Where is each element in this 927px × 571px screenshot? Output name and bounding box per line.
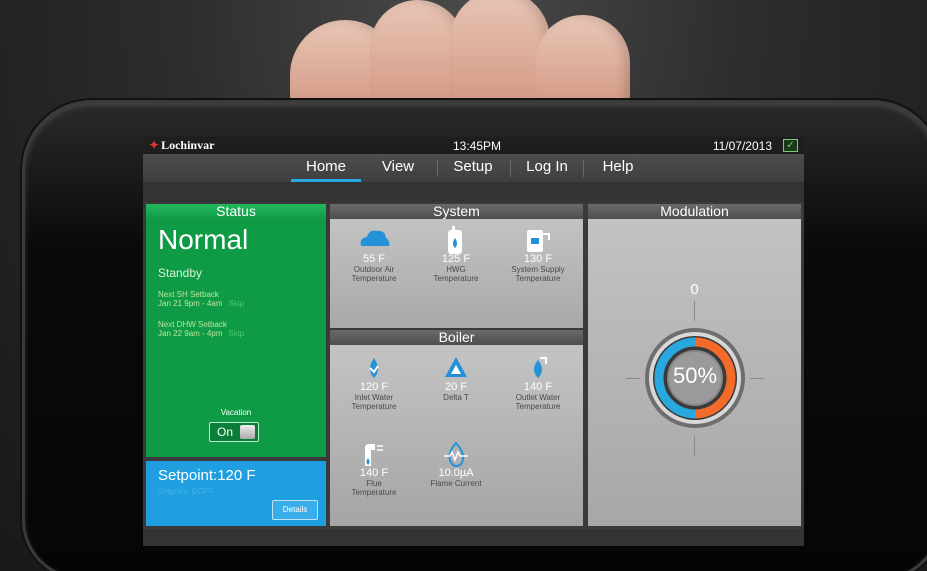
gauge-tick xyxy=(750,378,764,379)
flue-icon xyxy=(332,440,416,468)
nav-login[interactable]: Log In xyxy=(516,158,578,182)
tile-label: Temperature xyxy=(433,274,479,283)
boiler-header: Boiler xyxy=(330,330,583,345)
supply-icon xyxy=(496,226,580,254)
dhw-setback-time: Jan 22 9am - 4pm xyxy=(158,329,223,338)
system-tile[interactable]: 55 F Outdoor Air Temperature xyxy=(332,226,416,283)
app-screen: ✦ Lochinvar 13:45PM 11/07/2013 ✓ Home Vie… xyxy=(143,137,804,546)
gauge-tick xyxy=(694,436,695,456)
tile-value: 130 F xyxy=(523,253,553,265)
nav-divider xyxy=(510,160,511,177)
tile-value: 125 F xyxy=(441,253,471,265)
brand-name: Lochinvar xyxy=(161,138,215,152)
tile-value: 55 F xyxy=(362,253,385,265)
tile-label: Flame Current xyxy=(430,479,482,488)
sh-setback-title: Next SH Setback xyxy=(158,290,219,299)
top-status-bar: ✦ Lochinvar 13:45PM 11/07/2013 ✓ xyxy=(143,137,804,154)
modulation-header: Modulation xyxy=(588,204,801,219)
setpoint-subtitle: Setpoint: DOFF xyxy=(158,487,214,496)
sh-setback: Next SH Setback Jan 21 9pm - 4am Skip xyxy=(158,290,244,308)
boiler-tile[interactable]: 140 F Outlet Water Temperature xyxy=(496,354,580,411)
tile-label: Delta T xyxy=(443,393,469,402)
tile-label: Temperature xyxy=(515,402,561,411)
tile-value: 20 F xyxy=(444,381,467,393)
lochinvar-logo-icon: ✦ xyxy=(149,138,160,152)
modulation-gauge: 50% xyxy=(643,326,747,430)
boiler-tile[interactable]: 20 F Delta T xyxy=(414,354,498,402)
tile-label: Temperature xyxy=(351,274,397,283)
date: 11/07/2013 xyxy=(712,139,772,153)
vacation-state: On xyxy=(217,425,234,439)
status-header: Status xyxy=(146,204,326,219)
brand-logo: ✦ Lochinvar xyxy=(149,138,214,153)
nav-home[interactable]: Home xyxy=(291,158,361,182)
flame-icon xyxy=(414,440,498,468)
tile-value: 140 F xyxy=(359,467,389,479)
dhw-setback-title: Next DHW Setback xyxy=(158,320,227,329)
tile-label: Inlet Water xyxy=(354,393,394,402)
modulation-panel: Modulation 0 50% xyxy=(588,204,801,526)
system-tile[interactable]: 130 F System Supply Temperature xyxy=(496,226,580,283)
system-panel: System 55 F Outdoor Air Temperature 125 … xyxy=(330,204,583,328)
boiler-tile[interactable]: 120 F Inlet Water Temperature xyxy=(332,354,416,411)
modulation-percent: 50% xyxy=(672,363,718,388)
footer-bar xyxy=(143,529,804,546)
boiler-tile[interactable]: 10.0µA Flame Current xyxy=(414,440,498,488)
boiler-tile[interactable]: 140 F Flue Temperature xyxy=(332,440,416,497)
water-heater-icon xyxy=(414,226,498,254)
vacation-toggle[interactable]: On xyxy=(209,422,259,442)
status-state: Normal xyxy=(158,224,249,255)
dhw-setback: Next DHW Setback Jan 22 9am - 4pm Skip xyxy=(158,320,244,338)
tile-label: Outlet Water xyxy=(515,393,561,402)
setpoint-title: Setpoint:120 F xyxy=(158,467,256,484)
tile-label: System Supply xyxy=(511,265,565,274)
setpoint-panel: Setpoint:120 F Setpoint: DOFF Details xyxy=(146,461,326,526)
vacation-label: Vacation xyxy=(220,408,252,417)
nav-underband xyxy=(143,182,804,202)
nav-setup[interactable]: Setup xyxy=(443,158,503,182)
tile-label: Outdoor Air xyxy=(353,265,395,274)
gauge-tick xyxy=(626,378,640,379)
main-nav: Home View Setup Log In Help xyxy=(143,154,804,182)
toggle-knob xyxy=(240,425,255,439)
cloud-icon xyxy=(332,226,416,254)
tile-label: Flue xyxy=(366,479,382,488)
tile-value: 120 F xyxy=(359,381,389,393)
boiler-panel: Boiler 120 F Inlet Water Temperature 20 … xyxy=(330,330,583,526)
gauge-tick xyxy=(694,301,695,321)
system-header: System xyxy=(330,204,583,219)
system-tile[interactable]: 125 F HWG Temperature xyxy=(414,226,498,283)
tile-value: 10.0µA xyxy=(438,467,474,479)
details-button[interactable]: Details xyxy=(272,500,318,520)
nav-help[interactable]: Help xyxy=(589,158,647,182)
clock: 13:45PM xyxy=(453,139,502,153)
modulation-top-value: 0 xyxy=(690,281,699,298)
tile-label: Temperature xyxy=(351,402,397,411)
sh-setback-time: Jan 21 9pm - 4am xyxy=(158,299,223,308)
status-panel: Status Normal Standby Next SH Setback Ja… xyxy=(146,204,326,457)
tile-label: HWG xyxy=(446,265,466,274)
nav-divider xyxy=(437,160,438,177)
tile-value: 140 F xyxy=(523,381,553,393)
delta-icon xyxy=(414,354,498,382)
sh-skip-link[interactable]: Skip xyxy=(228,299,244,308)
dhw-skip-link[interactable]: Skip xyxy=(228,329,244,338)
status-substate: Standby xyxy=(158,266,203,280)
nav-view[interactable]: View xyxy=(365,158,431,182)
tile-label: Temperature xyxy=(351,488,397,497)
tile-label: Temperature xyxy=(515,274,561,283)
status-check-icon[interactable]: ✓ xyxy=(783,139,798,152)
nav-divider xyxy=(583,160,584,177)
outlet-water-icon xyxy=(496,354,580,382)
inlet-water-icon xyxy=(332,354,416,382)
